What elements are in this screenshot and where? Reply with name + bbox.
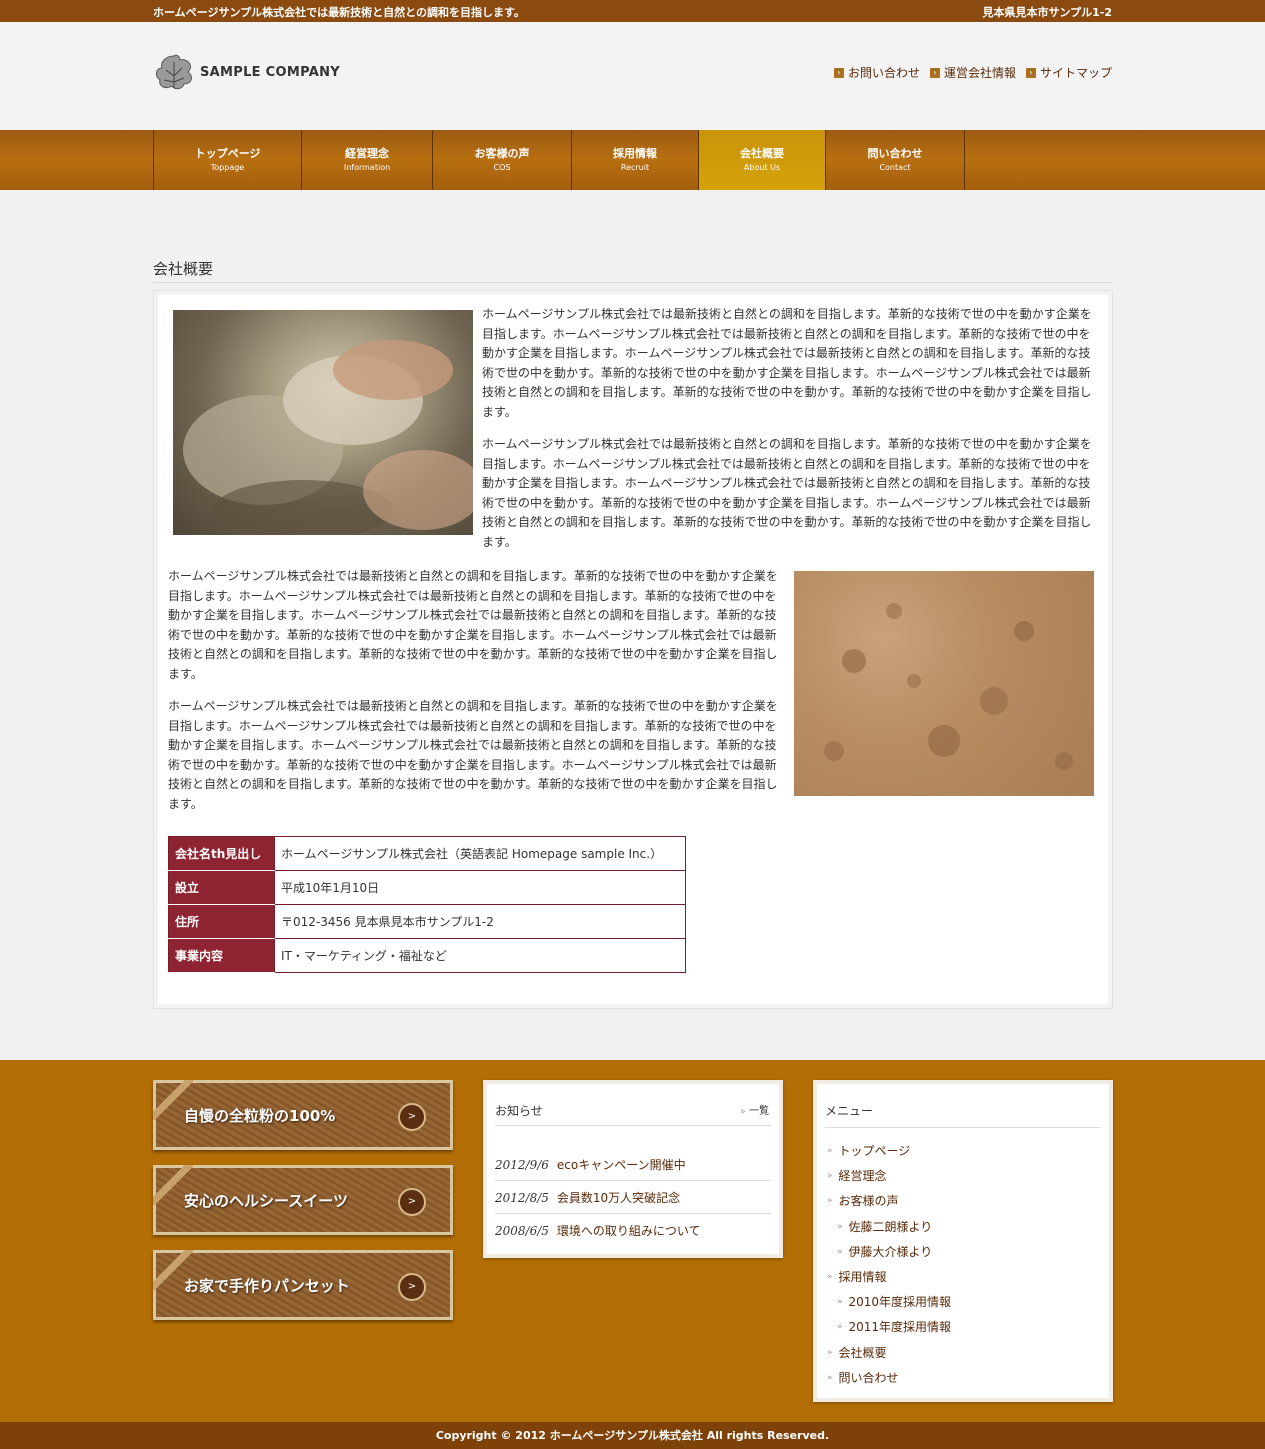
header: SAMPLE COMPANY › お問い合わせ › 運営会社情報 › サイトマップ [0, 22, 1265, 130]
menu-item-information[interactable]: » 経営理念 [827, 1167, 887, 1184]
dough-photo [173, 310, 473, 535]
double-arrow-icon: » [827, 1170, 833, 1181]
chevron-right-icon[interactable]: > [398, 1188, 426, 1216]
nav-toppage[interactable]: トップページ Toppage [154, 130, 302, 190]
company-info-table: 会社名th見出し ホームページサンプル株式会社（英語表記 Homepage sam… [168, 836, 686, 973]
chevron-right-icon[interactable]: > [398, 1103, 426, 1131]
double-arrow-icon: » [827, 1347, 833, 1358]
leaf-logo-icon [155, 54, 192, 90]
tagline: ホームページサンプル株式会社では最新技術と自然との調和を目指します。 [153, 6, 525, 19]
menu-heading: メニュー [825, 1104, 874, 1118]
double-arrow-icon: » [837, 1296, 843, 1307]
chevron-right-icon[interactable]: > [398, 1273, 426, 1301]
table-row: 事業内容 IT・マーケティング・福祉など [168, 938, 686, 973]
menu-item-recruit-2010[interactable]: » 2010年度採用情報 [837, 1293, 951, 1310]
arrow-right-icon: › [833, 67, 844, 78]
nav-about-us[interactable]: 会社概要 About Us [699, 130, 826, 190]
logo[interactable]: SAMPLE COMPANY [152, 52, 340, 92]
divider [153, 282, 1112, 283]
nav-recruit[interactable]: 採用情報 Recruit [572, 130, 699, 190]
header-link-sitemap[interactable]: › サイトマップ [1025, 64, 1112, 81]
banner-whole-wheat[interactable]: 自慢の全粒粉の100% > [153, 1080, 453, 1150]
header-links: › お問い合わせ › 運営会社情報 › サイトマップ [833, 64, 1112, 81]
double-arrow-icon: » [740, 1107, 746, 1117]
menu-item-recruit[interactable]: » 採用情報 [827, 1268, 887, 1285]
menu-item-ito[interactable]: » 伊藤大介様より [837, 1243, 932, 1260]
table-row: 住所 〒012-3456 見本県見本市サンプル1-2 [168, 904, 686, 939]
paragraph-3: ホームページサンプル株式会社では最新技術と自然との調和を目指します。革新的な技術… [168, 569, 778, 681]
news-heading: お知らせ [495, 1104, 543, 1118]
double-arrow-icon: » [837, 1246, 843, 1257]
menu-item-sato[interactable]: » 佐藤二朗様より [837, 1218, 932, 1235]
double-arrow-icon: » [827, 1145, 833, 1156]
menu-item-toppage[interactable]: » トップページ [827, 1142, 910, 1159]
nav-information[interactable]: 経営理念 Information [302, 130, 433, 190]
news-item[interactable]: 2008/6/5 環境への取り組みについて [495, 1214, 771, 1247]
menu-item-about[interactable]: » 会社概要 [827, 1344, 887, 1361]
news-item[interactable]: 2012/8/5 会員数10万人突破記念 [495, 1181, 771, 1214]
address: 見本県見本市サンプル1-2 [982, 6, 1112, 19]
top-bar: ホームページサンプル株式会社では最新技術と自然との調和を目指します。 見本県見本… [0, 0, 1265, 22]
main-nav: トップページ Toppage 経営理念 Information お客様の声 COS 採… [0, 130, 1265, 190]
menu-item-contact[interactable]: » 問い合わせ [827, 1369, 899, 1386]
news-item[interactable]: 2012/9/6 ecoキャンペーン開催中 [495, 1148, 771, 1181]
header-link-contact[interactable]: › お問い合わせ [833, 64, 920, 81]
copyright: Copyright © 2012 ホームページサンプル株式会社 All righ… [0, 1422, 1265, 1449]
double-arrow-icon: » [827, 1271, 833, 1282]
table-row: 設立 平成10年1月10日 [168, 870, 686, 905]
arrow-right-icon: › [929, 67, 940, 78]
double-arrow-icon: » [837, 1321, 843, 1332]
nav-cos[interactable]: お客様の声 COS [433, 130, 572, 190]
banner-bread-kit[interactable]: お家で手作りパンセット > [153, 1250, 453, 1320]
menu-item-recruit-2011[interactable]: » 2011年度採用情報 [837, 1318, 951, 1335]
arrow-right-icon: › [1025, 67, 1036, 78]
content-panel: ホームページサンプル株式会社では最新技術と自然との調和を目指します。革新的な技術… [153, 290, 1113, 1009]
divider [495, 1125, 771, 1126]
menu-item-cos[interactable]: » お客様の声 [827, 1192, 899, 1209]
news-more-link[interactable]: » 一覧 [740, 1102, 769, 1117]
banner-healthy-sweets[interactable]: 安心のヘルシースイーツ > [153, 1165, 453, 1235]
table-row: 会社名th見出し ホームページサンプル株式会社（英語表記 Homepage sam… [168, 836, 686, 871]
page-title: 会社概要 [153, 260, 214, 278]
paragraph-2: ホームページサンプル株式会社では最新技術と自然との調和を目指します。革新的な技術… [482, 437, 1092, 549]
bread-crumb-photo [794, 571, 1094, 796]
double-arrow-icon: » [827, 1195, 833, 1206]
paragraph-1: ホームページサンプル株式会社では最新技術と自然との調和を目指します。革新的な技術… [482, 307, 1092, 419]
paragraph-4: ホームページサンプル株式会社では最新技術と自然との調和を目指します。革新的な技術… [168, 699, 778, 811]
logo-text: SAMPLE COMPANY [200, 64, 340, 80]
divider [825, 1127, 1101, 1128]
menu-box: メニュー » トップページ » 経営理念 » お客様の声 » 佐藤二朗様より » 伊藤大介… [813, 1080, 1113, 1402]
nav-contact[interactable]: 問い合わせ Contact [826, 130, 965, 190]
header-link-company-info[interactable]: › 運営会社情報 [929, 64, 1016, 81]
double-arrow-icon: » [837, 1221, 843, 1232]
double-arrow-icon: » [827, 1372, 833, 1383]
news-box: お知らせ » 一覧 2012/9/6 ecoキャンペーン開催中 2012/8/5 会… [483, 1080, 783, 1258]
